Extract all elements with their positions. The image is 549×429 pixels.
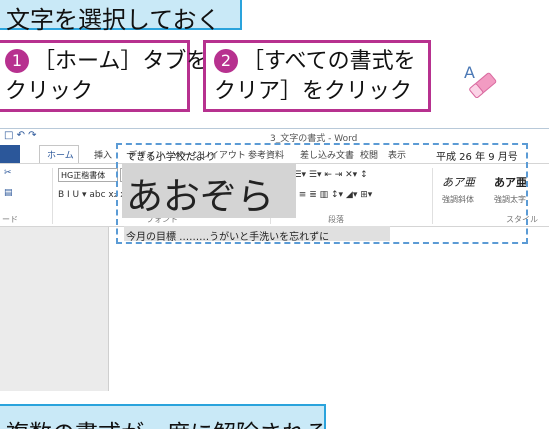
issue-date: 平成 26 年 9 月号 xyxy=(436,152,518,163)
top-caption: 文字を選択しておく xyxy=(6,6,221,34)
document-page[interactable] xyxy=(108,227,549,391)
headline-text: あおぞら xyxy=(126,175,274,218)
save-icon[interactable]: □ ↶ ↷ xyxy=(4,130,37,141)
bottom-caption-box: 複数の書式が一度に解除される xyxy=(0,404,328,429)
callout-text: ［すべての書式を xyxy=(242,49,416,74)
callout-text-2: クリック xyxy=(5,79,94,104)
tab-home[interactable]: ホーム xyxy=(47,148,74,161)
tab-insert[interactable]: 挿入 xyxy=(94,148,112,161)
cut-icon[interactable]: ✂ xyxy=(4,168,12,178)
clipboard-group-label: ード xyxy=(2,215,18,224)
svg-text:A: A xyxy=(464,63,475,82)
paste-icon[interactable]: ▤ xyxy=(4,188,13,198)
step-number: 2 xyxy=(214,49,238,73)
document-area xyxy=(0,227,549,391)
top-caption-box: 文字を選択しておく xyxy=(0,0,242,34)
newsletter-name: できる小学校だより xyxy=(126,152,216,163)
callout-clear-format: 2 ［すべての書式を クリア］をクリック xyxy=(203,40,431,112)
callout-home-tab: 1 ［ホーム］タブを クリック xyxy=(0,40,208,112)
goal-text: 今月の目標 ………うがいと手洗いを忘れずに xyxy=(126,232,330,243)
step-number: 1 xyxy=(5,49,29,73)
bottom-caption: 複数の書式が一度に解除される xyxy=(6,414,328,429)
tab-file[interactable] xyxy=(0,145,20,163)
callout-text-2: クリア］をクリック xyxy=(214,79,413,104)
callout-text: ［ホーム］タブを xyxy=(33,49,209,74)
clear-formatting-icon: A xyxy=(464,63,497,98)
font-name-box[interactable]: HG正楷書体 xyxy=(58,168,118,182)
